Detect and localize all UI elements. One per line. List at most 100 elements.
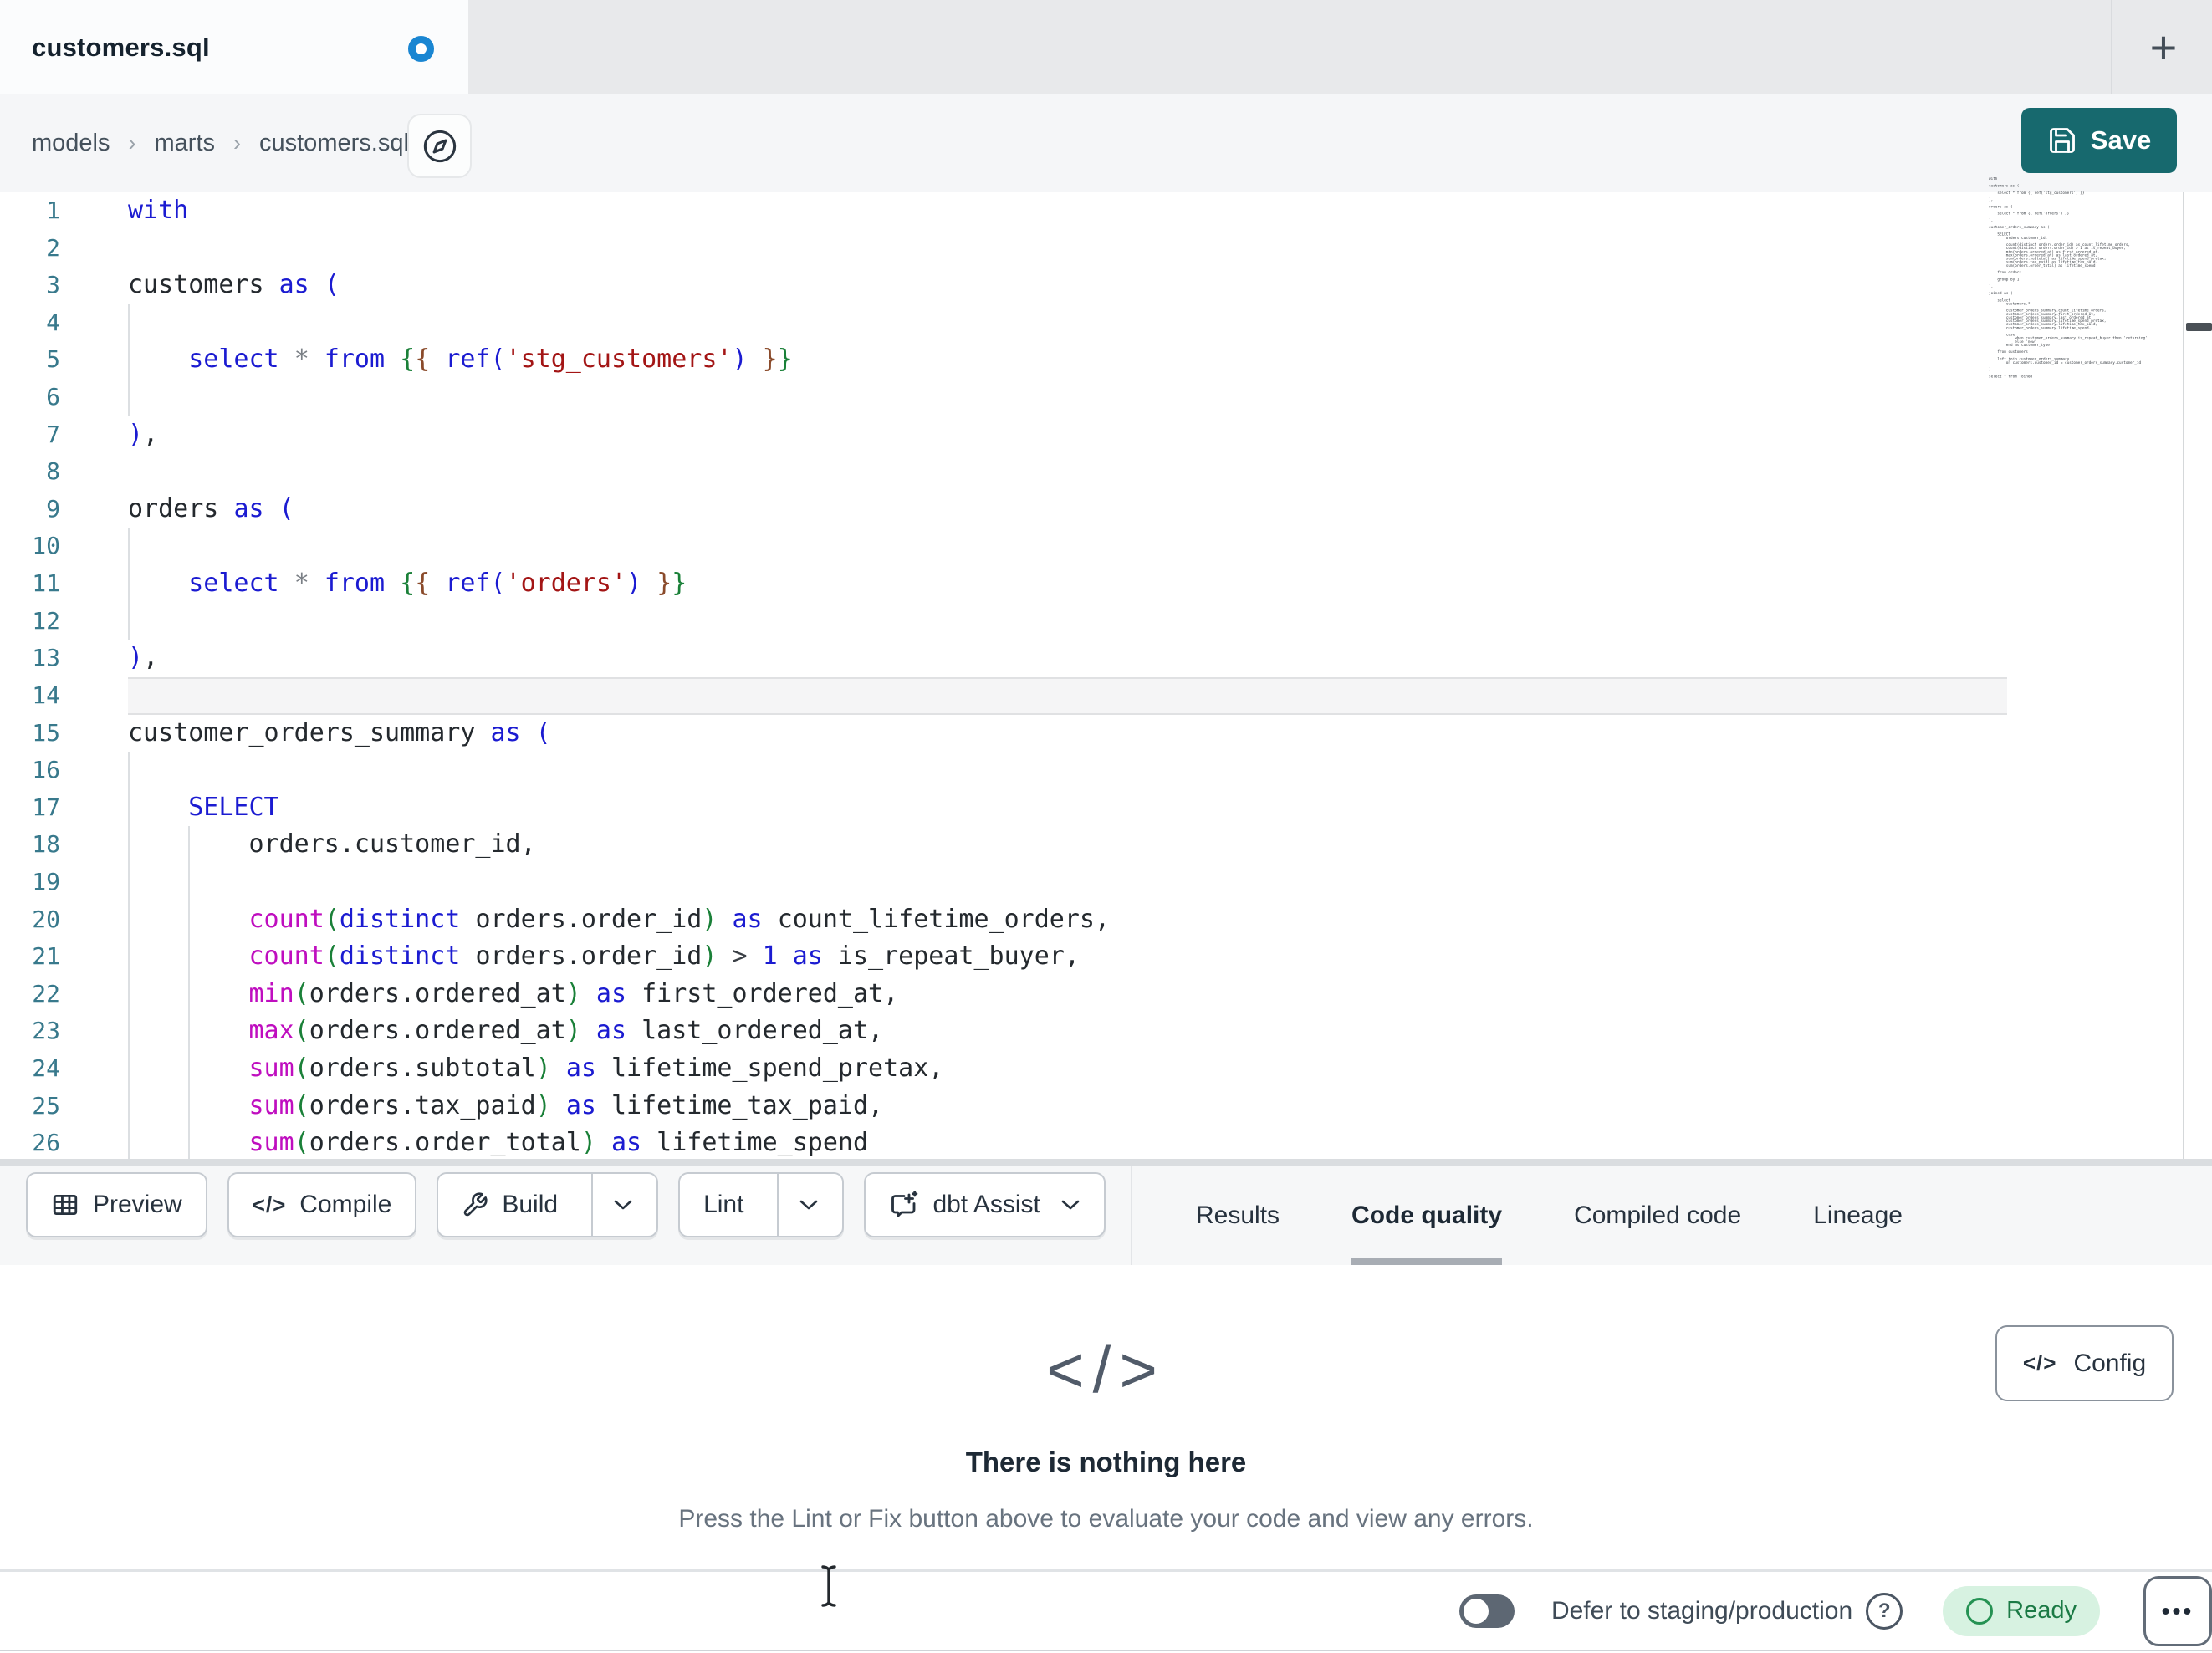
lint-button-label: Lint (703, 1191, 744, 1218)
file-tab-customers-sql[interactable]: customers.sql (0, 0, 468, 94)
code-line[interactable]: count(distinct orders.order_id) > 1 as i… (128, 938, 2185, 976)
help-icon[interactable]: ? (1866, 1592, 1903, 1630)
preview-button[interactable]: Preview (26, 1172, 207, 1237)
indent-guide (128, 788, 130, 827)
line-number: 14 (32, 681, 60, 709)
code-line[interactable]: ), (128, 640, 2185, 677)
indent-guide (188, 826, 190, 864)
line-number: 26 (32, 1129, 60, 1157)
dbt-assist-button[interactable]: dbt Assist (864, 1172, 1106, 1237)
toggle-knob (1463, 1598, 1489, 1624)
tab-code-quality[interactable]: Code quality (1351, 1166, 1503, 1265)
path-bar: models › marts › customers.sql Save (0, 94, 2212, 192)
indent-guide (188, 1013, 190, 1051)
action-buttons: Preview </> Compile Build Lint dbt Assis… (26, 1172, 1106, 1237)
question-mark: ? (1877, 1599, 1891, 1622)
indent-guide (128, 1050, 130, 1088)
compass-icon (421, 127, 459, 166)
code-line[interactable]: max(orders.ordered_at) as last_ordered_a… (128, 1013, 2185, 1051)
code-line[interactable] (128, 304, 2185, 342)
code-brackets-icon: </> (252, 1191, 287, 1217)
lineage-compass-button[interactable] (407, 114, 472, 178)
compile-button-label: Compile (299, 1191, 392, 1218)
more-options-button[interactable]: ••• (2143, 1575, 2212, 1646)
empty-state: </> There is nothing here Press the Lint… (0, 1265, 2212, 1533)
minimap[interactable]: with customers as ( select * from {{ ref… (1989, 177, 2178, 378)
indent-guide (128, 528, 130, 566)
status-circle-icon (1966, 1597, 1994, 1625)
code-line[interactable]: orders as ( (128, 491, 2185, 528)
tab-compiled-code-label: Compiled code (1574, 1201, 1742, 1229)
defer-toggle[interactable] (1458, 1594, 1515, 1628)
indent-guide (188, 1125, 190, 1162)
code-brackets-icon: </> (2022, 1350, 2057, 1375)
line-number: 24 (32, 1054, 60, 1083)
code-line[interactable]: select * from {{ ref('orders') }} (128, 565, 2185, 603)
indent-guide (128, 1087, 130, 1125)
tab-compiled-code[interactable]: Compiled code (1574, 1166, 1741, 1265)
code-line[interactable] (128, 528, 2185, 566)
code-line[interactable]: sum(orders.order_total) as lifetime_spen… (128, 1125, 2185, 1162)
code-line[interactable] (128, 453, 2185, 491)
ide-window: customers.sql + models › marts › custome… (0, 0, 2212, 1653)
indent-guide (188, 1087, 190, 1125)
scrollbar-track (2183, 192, 2184, 1159)
build-button[interactable]: Build (437, 1172, 659, 1237)
code-line[interactable]: sum(orders.tax_paid) as lifetime_tax_pai… (128, 1087, 2185, 1125)
breadcrumb-models[interactable]: models (32, 130, 110, 157)
code-line-active[interactable] (128, 676, 2007, 715)
line-number: 10 (32, 532, 60, 560)
code-line[interactable]: customers as ( (128, 267, 2185, 304)
editor-panel-divider[interactable] (0, 1159, 2212, 1166)
code-line[interactable]: sum(orders.subtotal) as lifetime_spend_p… (128, 1050, 2185, 1088)
line-number: 12 (32, 606, 60, 635)
unsaved-changes-dot-icon (408, 36, 434, 62)
code-editor[interactable]: 1 2 3 4 5 6 7 8 9 10 11 12 13 14 15 16 17 18 19 20 21 22 23 24 2… (0, 192, 2212, 1162)
indent-guide (128, 863, 130, 901)
code-line[interactable]: min(orders.ordered_at) as first_ordered_… (128, 975, 2185, 1013)
tab-lineage[interactable]: Lineage (1813, 1166, 1903, 1265)
code-line[interactable]: orders.customer_id, (128, 826, 2185, 864)
ide-status-label: Ready (2006, 1597, 2077, 1624)
code-line[interactable]: with (128, 192, 2185, 230)
tab-results[interactable]: Results (1196, 1166, 1280, 1265)
code-line[interactable] (128, 863, 2185, 901)
code-line[interactable]: SELECT (128, 788, 2185, 827)
scrollbar-thumb[interactable] (2186, 323, 2212, 331)
tab-results-label: Results (1196, 1201, 1280, 1229)
lint-button[interactable]: Lint (678, 1172, 845, 1237)
line-number: 15 (32, 718, 60, 747)
code-line[interactable] (128, 602, 2185, 640)
code-line[interactable]: customer_orders_summary as ( (128, 715, 2185, 753)
code-line[interactable] (128, 230, 2185, 268)
code-quality-panel: </> There is nothing here Press the Lint… (0, 1265, 2212, 1569)
save-button[interactable]: Save (2021, 108, 2177, 173)
ellipsis-icon: ••• (2161, 1597, 2194, 1624)
defer-toggle-label: Defer to staging/production (1550, 1596, 1853, 1625)
config-button[interactable]: </> Config (1995, 1325, 2174, 1401)
ide-status-badge[interactable]: Ready (1943, 1585, 2100, 1636)
new-tab-button[interactable]: + (2134, 18, 2193, 77)
code-line[interactable] (128, 379, 2185, 416)
code-line[interactable]: count(distinct orders.order_id) as count… (128, 900, 2185, 939)
plus-icon: + (2149, 21, 2178, 74)
breadcrumb: models › marts › customers.sql (32, 94, 409, 192)
indent-guide (128, 565, 130, 603)
code-line[interactable]: ), (128, 416, 2185, 454)
code-line[interactable]: select * from {{ ref('stg_customers') }} (128, 341, 2185, 380)
line-number: 13 (32, 644, 60, 672)
tab-lineage-label: Lineage (1813, 1201, 1903, 1229)
indent-guide (128, 341, 130, 380)
minimap-code: with customers as ( select * from {{ ref… (1989, 177, 2148, 378)
breadcrumb-file[interactable]: customers.sql (259, 130, 409, 157)
empty-state-title: There is nothing here (965, 1446, 1247, 1477)
tab-bar: customers.sql + (0, 0, 2212, 94)
breadcrumb-marts[interactable]: marts (155, 130, 216, 157)
lint-dropdown-button[interactable] (777, 1174, 819, 1236)
chevron-down-icon (800, 1200, 818, 1209)
panel-tabs: Results Code quality Compiled code Linea… (1131, 1166, 2212, 1265)
line-number: 9 (46, 494, 60, 523)
code-line[interactable] (128, 752, 2185, 789)
compile-button[interactable]: </> Compile (227, 1172, 417, 1237)
build-dropdown-button[interactable] (591, 1174, 633, 1236)
